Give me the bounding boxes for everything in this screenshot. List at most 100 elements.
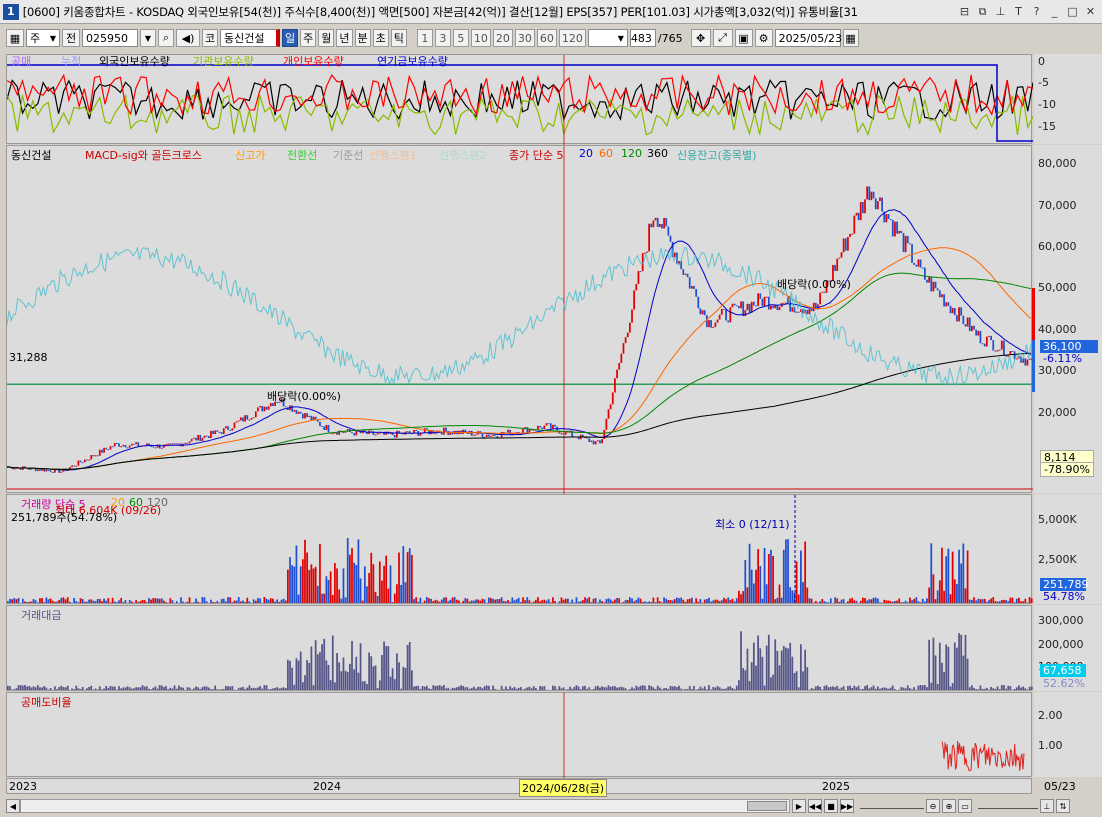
amount-bar [849,685,851,690]
period-year-button[interactable]: 년 [336,29,353,47]
scroll-track[interactable] [20,799,790,813]
help-icon[interactable]: ? [1029,4,1044,19]
minimize-icon[interactable]: _ [1047,4,1062,19]
code-dropdown-icon[interactable]: ▼ [140,29,156,47]
prev-button[interactable]: 전 [62,29,80,47]
speaker-icon[interactable]: ◀) [176,29,200,47]
interval-5-button[interactable]: 5 [452,29,469,47]
price-candle [859,202,862,221]
price-candle [552,424,554,429]
scroll-left-icon[interactable]: ◀ [6,799,20,813]
zoom-out-icon[interactable]: ⊖ [926,799,940,813]
price-candle [13,468,16,470]
volume-panel[interactable]: 거래량 단순 5 20 60 120 최대 6,604K (09/26) 251… [6,494,1033,605]
volume-bar [32,599,35,603]
volume-bar [368,573,370,603]
holdings-panel[interactable]: 공매 누적 외국인보유수량 기관보유수량 개인보유수량 연기금보유수량 [6,54,1033,145]
text-icon[interactable]: T [1011,4,1026,19]
stock-name-field[interactable]: 동신건설 [220,29,280,47]
interval-1-button[interactable]: 1 [416,29,433,47]
grid-icon[interactable]: ▦ [6,29,24,47]
save-icon[interactable]: ▣ [734,29,753,47]
volume-bar [718,601,721,603]
volume-bar [712,600,715,603]
fast-forward-icon[interactable]: ▶▶ [840,799,854,813]
period-tick-button[interactable]: 틱 [390,29,407,47]
interval-20-button[interactable]: 20 [492,29,513,47]
zoom-slider[interactable] [860,803,924,809]
interval-60-button[interactable]: 60 [536,29,557,47]
amount-bar [203,686,206,690]
volume-bar [66,597,69,603]
volume-bar [227,597,229,603]
scroll-right-icon[interactable]: ▶ [792,799,806,813]
view-icon[interactable]: ▭ [958,799,972,813]
price-candle [904,235,907,253]
calendar-icon[interactable]: ▦ [842,29,859,47]
amount-bar [1009,686,1012,690]
volume-bar [160,598,163,603]
interval-120-button[interactable]: 120 [558,29,586,47]
amount-bar [738,680,740,690]
volume-bar [609,599,612,603]
amount-panel[interactable]: 거래대금 [6,605,1033,691]
price-candle [847,236,849,251]
pin-icon[interactable]: ⊥ [993,4,1008,19]
period-second-button[interactable]: 초 [372,29,389,47]
stop-icon[interactable]: ■ [824,799,838,813]
price-panel[interactable]: 동신건설 MACD-sig와 골든크로스 신고가 전환선 기준선 선행스팬1 선… [6,145,1033,494]
amount-bar [306,660,308,690]
interval-30-button[interactable]: 30 [514,29,535,47]
volume-bar [643,601,646,603]
settings-gear-icon[interactable]: ⚙ [754,29,773,47]
amount-bar [530,688,533,690]
amount-bar [767,634,770,690]
interval-10-button[interactable]: 10 [470,29,491,47]
interval-custom-select[interactable]: ▼ [587,29,628,47]
crosshair-icon[interactable]: ✥ [690,29,711,47]
zoom-in-icon[interactable]: ⊕ [942,799,956,813]
restore-icon[interactable]: ⊟ [957,4,972,19]
volume-bar [648,601,650,603]
period-type-select[interactable]: 주 ▼ [26,29,60,47]
close-icon[interactable]: ✕ [1083,4,1098,19]
draw-line-icon[interactable]: ⤢ [712,29,733,47]
interval-3-button[interactable]: 3 [434,29,451,47]
amount-bar [220,689,223,690]
rewind-icon[interactable]: ◀◀ [808,799,822,813]
period-minute-button[interactable]: 분 [354,29,371,47]
volume-bar [780,597,783,603]
amount-bar [312,685,315,690]
scroll-thumb[interactable] [747,801,787,811]
period-day-button[interactable]: 일 [282,29,299,47]
axis-tick: 50,000 [1038,281,1077,294]
amount-bar [231,686,234,690]
amount-bar [761,656,764,690]
period-month-button[interactable]: 월 [318,29,335,47]
copy-icon[interactable]: ⧉ [975,4,990,19]
window-number-badge[interactable]: 1 [3,3,19,20]
amount-bar [62,687,65,690]
tool-slider[interactable] [978,803,1038,809]
date-input[interactable]: 2025/05/23 [774,29,842,47]
short-ratio-panel[interactable]: 공매도비율 [6,692,1032,778]
amount-bar [973,687,975,690]
volume-bar [695,598,698,603]
lock-icon[interactable]: ⊥ [1040,799,1054,813]
volume-bar [242,600,244,603]
volume-bar [83,601,86,603]
maximize-icon[interactable]: □ [1065,4,1080,19]
arrow-icon[interactable]: ⇅ [1056,799,1070,813]
period-week-button[interactable]: 주 [300,29,317,47]
market-label[interactable]: 코 [202,29,218,47]
price-candle [622,343,625,354]
search-icon[interactable]: ⌕ [158,29,174,47]
amount-bar [829,686,832,690]
data-counter-field[interactable]: 483 [629,29,656,47]
stock-code-input[interactable]: 025950 [82,29,138,47]
amount-bar [579,689,582,690]
price-candle [60,471,63,473]
chart-scrollbar[interactable]: ◀ ▶ ◀◀ ■ ▶▶ ⊖ ⊕ ▭ ⊥ ⇅ [6,798,1102,814]
volume-bar [372,564,375,603]
volume-bar [569,602,571,603]
